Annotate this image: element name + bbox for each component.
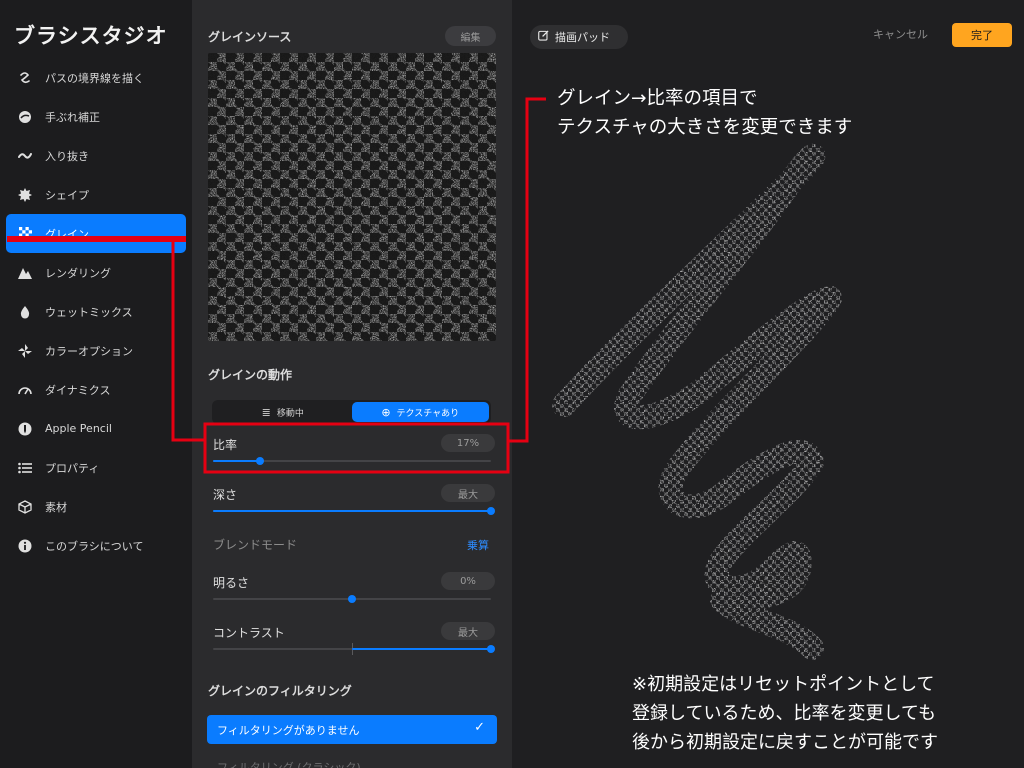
grain-behavior-header: グレインの動作 <box>208 368 293 382</box>
scale-label: 比率 <box>213 438 238 452</box>
sidebar-item-grain[interactable]: グレイン <box>6 214 186 253</box>
contrast-label: コントラスト <box>213 626 285 640</box>
annotation-line: テクスチャの大きさを変更できます <box>557 117 853 138</box>
moving-stack-icon: ≣ <box>261 405 271 419</box>
segment-moving-label: 移動中 <box>276 408 304 419</box>
rendering-mountain-icon <box>18 266 32 280</box>
sidebar-item-stroke-path[interactable]: パスの境界線を描く <box>6 58 186 97</box>
properties-list-icon <box>18 461 32 475</box>
sidebar-item-label: シェイプ <box>45 188 89 202</box>
depth-slider[interactable] <box>213 504 495 518</box>
edit-grain-button[interactable]: 編集 <box>445 26 496 46</box>
sidebar-item-materials[interactable]: 素材 <box>6 487 186 526</box>
shape-gear-icon <box>18 187 32 202</box>
sidebar-item-label: グレイン <box>45 227 89 241</box>
segment-moving[interactable]: ≣ 移動中 <box>214 402 352 422</box>
grain-source-header: グレインソース <box>208 30 292 44</box>
sidebar: ブラシスタジオ パスの境界線を描く 手ぶれ補正 入り抜き シェイプ グレイン レ… <box>0 0 192 768</box>
scale-slider-knob[interactable] <box>256 457 265 465</box>
grain-behavior-segmented-control: ≣ 移動中 ⊕ テクスチャあり <box>212 400 491 424</box>
wet-drop-icon <box>18 305 32 319</box>
sidebar-item-label: 素材 <box>45 500 67 514</box>
apple-pencil-icon <box>18 422 32 436</box>
contrast-slider-knob[interactable] <box>487 645 495 653</box>
filtering-option-label: フィルタリング (クラシック) <box>217 760 361 768</box>
filtering-option-classic[interactable]: フィルタリング (クラシック) <box>207 752 497 768</box>
annotation-line: グレイン→比率の項目で <box>557 88 758 109</box>
brightness-label: 明るさ <box>213 576 250 590</box>
sidebar-list: パスの境界線を描く 手ぶれ補正 入り抜き シェイプ グレイン レンダリング ウェ… <box>6 58 186 565</box>
material-cube-icon <box>18 499 32 514</box>
sidebar-item-stabilization[interactable]: 手ぶれ補正 <box>6 97 186 136</box>
sidebar-item-label: 入り抜き <box>45 149 89 163</box>
annotation-note-bottom: ※初期設定はリセットポイントとして 登録しているため、比率を変更しても 後から初… <box>632 670 938 757</box>
grain-checker-icon <box>18 227 32 241</box>
annotation-note-top: グレイン→比率の項目で テクスチャの大きさを変更できます <box>557 84 852 142</box>
scale-slider-fill <box>213 460 261 462</box>
brightness-slider[interactable] <box>213 592 491 606</box>
depth-slider-fill <box>213 510 491 512</box>
contrast-slider[interactable] <box>213 642 495 656</box>
blend-mode-label: ブレンドモード <box>213 538 298 552</box>
sidebar-item-wet-mix[interactable]: ウェットミックス <box>6 292 186 331</box>
sidebar-item-dynamics[interactable]: ダイナミクス <box>6 370 186 409</box>
annotation-line: 登録しているため、比率を変更しても <box>632 703 937 724</box>
contrast-slider-fill <box>352 648 491 650</box>
app-title: ブラシスタジオ <box>14 24 168 48</box>
grain-filtering-header: グレインのフィルタリング <box>208 684 352 698</box>
sidebar-item-label: 手ぶれ補正 <box>45 110 100 124</box>
dynamics-gauge-icon <box>18 383 32 397</box>
stabilize-icon <box>18 110 32 124</box>
grain-source-preview[interactable] <box>208 53 496 341</box>
brightness-slider-knob[interactable] <box>348 595 356 603</box>
color-pinwheel-icon <box>18 343 32 358</box>
scale-value[interactable]: 17% <box>441 434 495 452</box>
contrast-value[interactable]: 最大 <box>441 622 495 640</box>
blend-mode-value[interactable]: 乗算 <box>467 537 489 553</box>
info-icon <box>18 539 32 553</box>
path-curve-icon <box>18 71 32 85</box>
depth-value[interactable]: 最大 <box>441 484 495 502</box>
segment-textured-label: テクスチャあり <box>396 408 460 419</box>
sidebar-item-label: ウェットミックス <box>45 305 133 319</box>
annotation-line: ※初期設定はリセットポイントとして <box>632 674 935 695</box>
grain-settings-panel: グレインソース 編集 グレインの動作 ≣ 移動中 ⊕ テクスチャあり 比率 17… <box>192 0 512 768</box>
depth-slider-knob[interactable] <box>487 507 495 515</box>
sidebar-item-taper[interactable]: 入り抜き <box>6 136 186 175</box>
sidebar-item-label: Apple Pencil <box>45 422 112 435</box>
sidebar-item-rendering[interactable]: レンダリング <box>6 253 186 292</box>
scale-slider[interactable] <box>213 454 491 468</box>
sidebar-item-color-options[interactable]: カラーオプション <box>6 331 186 370</box>
sidebar-item-shape[interactable]: シェイプ <box>6 175 186 214</box>
sidebar-item-label: カラーオプション <box>45 344 133 358</box>
sidebar-item-label: このブラシについて <box>45 539 144 553</box>
sidebar-item-label: パスの境界線を描く <box>45 71 144 85</box>
filtering-option-none[interactable]: フィルタリングがありません ✓ <box>207 715 497 744</box>
taper-wave-icon <box>18 149 32 163</box>
texture-globe-icon: ⊕ <box>381 405 391 419</box>
sidebar-item-about[interactable]: このブラシについて <box>6 526 186 565</box>
sidebar-item-label: ダイナミクス <box>45 383 111 397</box>
segment-textured[interactable]: ⊕ テクスチャあり <box>351 402 489 422</box>
sidebar-item-properties[interactable]: プロパティ <box>6 448 186 487</box>
annotation-line: 後から初期設定に戻すことが可能です <box>632 732 938 753</box>
sidebar-item-label: レンダリング <box>45 266 111 280</box>
depth-label: 深さ <box>213 488 238 502</box>
brightness-value[interactable]: 0% <box>441 572 495 590</box>
checkmark-icon: ✓ <box>474 720 485 735</box>
sidebar-item-label: プロパティ <box>45 461 100 475</box>
sidebar-item-apple-pencil[interactable]: Apple Pencil <box>6 409 186 448</box>
filtering-option-label: フィルタリングがありません <box>217 723 360 737</box>
